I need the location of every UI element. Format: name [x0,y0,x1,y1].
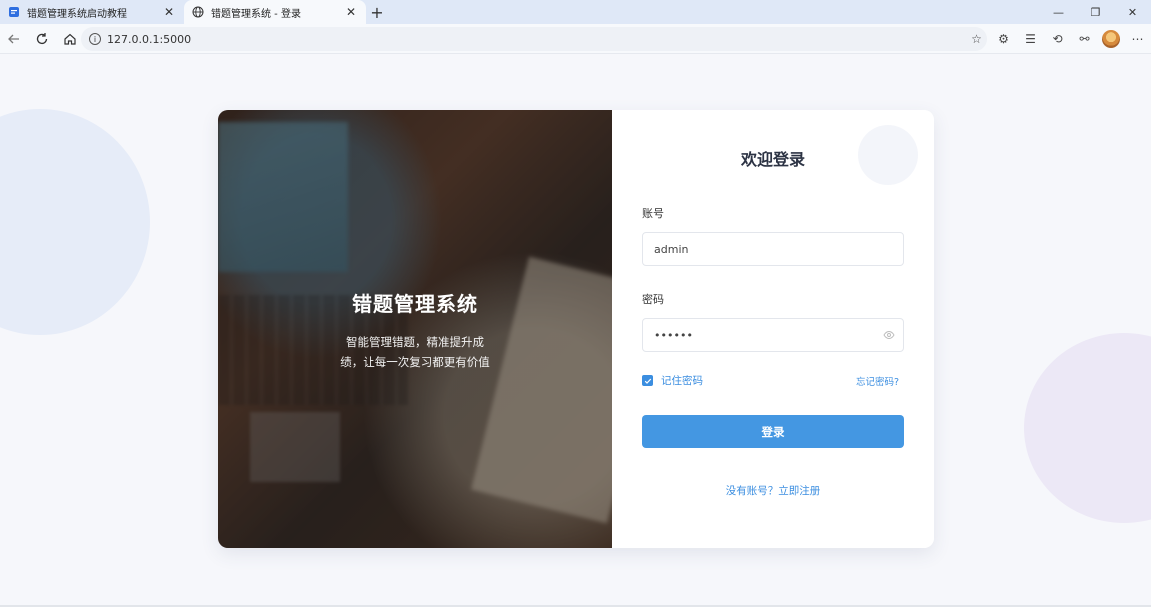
register-link[interactable]: 没有账号？立即注册 [612,483,934,498]
close-window-button[interactable]: ✕ [1114,0,1151,24]
favorites-list-icon[interactable]: ☰ [1017,25,1044,53]
back-button[interactable] [0,25,28,53]
tab-strip: 错题管理系统启动教程 ✕ 错题管理系统 - 登录 ✕ + — ❐ ✕ [0,0,1151,24]
home-button[interactable] [56,25,84,53]
share-icon[interactable]: ⚯ [1071,25,1098,53]
page-content: 错题管理系统 智能管理错题，精准提升成绩，让每一次复习都更有价值 欢迎登录 账号… [0,55,1151,607]
minimize-button[interactable]: — [1040,0,1077,24]
window-controls: — ❐ ✕ [1040,0,1151,24]
close-icon[interactable]: ✕ [162,5,176,19]
remember-password[interactable]: 记住密码 [642,373,703,388]
login-button[interactable]: 登录 [642,415,904,448]
address-bar[interactable]: i 127.0.0.1:5000 [81,27,987,51]
image-overlay [218,110,612,548]
home-icon [64,33,76,45]
form-heading: 欢迎登录 [740,150,805,169]
password-label: 密码 [642,293,664,306]
login-card: 错题管理系统 智能管理错题，精准提升成绩，让每一次复习都更有价值 欢迎登录 账号… [218,110,934,548]
new-tab-button[interactable]: + [366,0,388,24]
toolbar-icons: ☆ ⚙ ☰ ⟲ ⚯ ⋯ [963,24,1151,54]
remember-label: 记住密码 [661,375,703,387]
refresh-button[interactable] [28,25,56,53]
history-icon[interactable]: ⟲ [1044,25,1071,53]
info-icon[interactable]: i [89,33,101,45]
remember-checkbox[interactable] [642,375,653,386]
hero-subtitle: 智能管理错题，精准提升成绩，让每一次复习都更有价值 [340,335,490,369]
close-icon[interactable]: ✕ [344,5,358,19]
document-icon [8,6,20,18]
navigation-bar: i 127.0.0.1:5000 ☆ ⚙ ☰ ⟲ ⚯ ⋯ [0,24,1151,54]
password-value: •••••• [654,328,693,342]
hero-panel: 错题管理系统 智能管理错题，精准提升成绩，让每一次复习都更有价值 [218,110,612,548]
forgot-password-link[interactable]: 忘记密码? [856,374,899,388]
refresh-icon [36,32,48,44]
tab-login[interactable]: 错题管理系统 - 登录 ✕ [184,0,366,24]
eye-icon[interactable] [883,329,895,341]
tab-startup-guide[interactable]: 错题管理系统启动教程 ✕ [0,0,184,24]
username-label: 账号 [642,207,664,220]
tab-title: 错题管理系统启动教程 [27,8,127,20]
username-input[interactable]: admin [642,232,904,266]
decorative-circle-left [0,109,150,335]
login-form: 欢迎登录 账号 admin 密码 •••••• 记住密码 忘记密码? 登录 没有… [612,110,934,548]
tab-title: 错题管理系统 - 登录 [211,8,301,20]
extensions-icon[interactable]: ⚙ [990,25,1017,53]
favorite-star-icon[interactable]: ☆ [963,25,990,53]
avatar[interactable] [1102,30,1120,48]
restore-button[interactable]: ❐ [1077,0,1114,24]
more-icon[interactable]: ⋯ [1124,25,1151,53]
decorative-circle-right [1024,333,1151,523]
globe-icon [192,6,204,18]
username-value: admin [654,242,689,256]
password-input[interactable]: •••••• [642,318,904,352]
arrow-left-icon [8,34,19,43]
url-text: 127.0.0.1:5000 [107,32,192,46]
check-icon [644,378,651,384]
hero-title: 错题管理系统 [352,292,478,316]
